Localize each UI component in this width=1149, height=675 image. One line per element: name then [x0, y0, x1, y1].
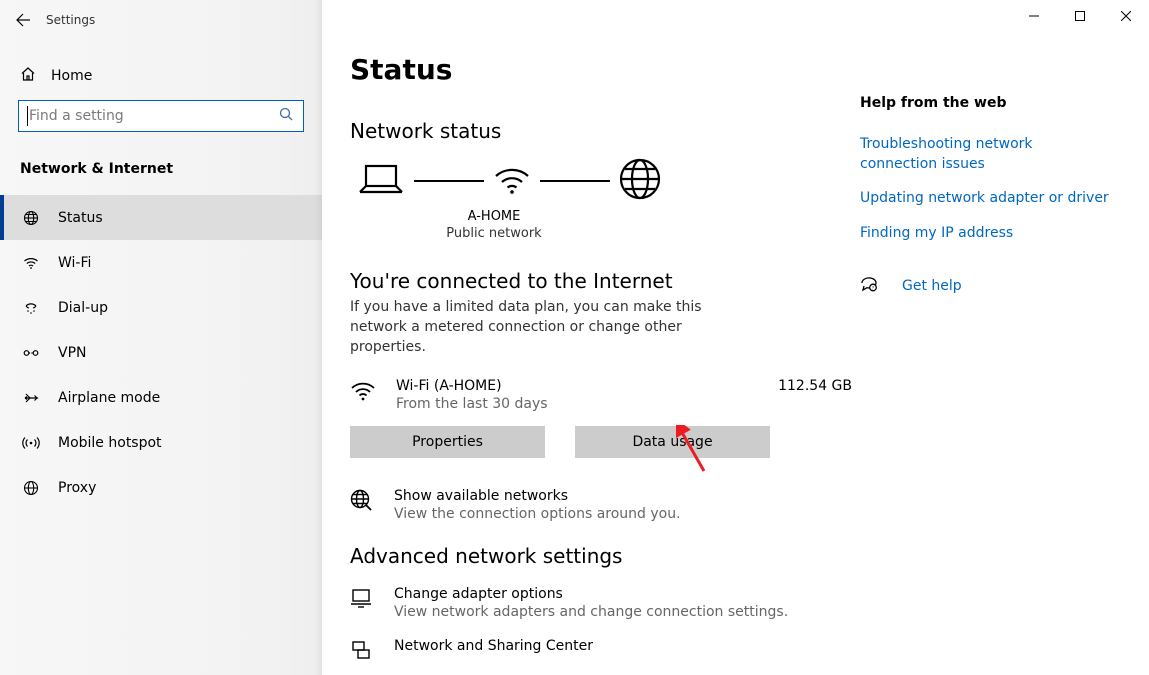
get-help-link[interactable]: ? Get help [860, 275, 1110, 297]
laptop-icon [356, 162, 406, 200]
diagram-nettype: Public network [350, 226, 638, 243]
option-sub: View network adapters and change connect… [394, 604, 788, 620]
maximize-button[interactable] [1057, 0, 1103, 32]
wifi-icon [22, 255, 40, 271]
option-sub: View the connection options around you. [394, 506, 681, 522]
sidebar-item-proxy[interactable]: Proxy [0, 465, 322, 510]
option-title: Network and Sharing Center [394, 638, 593, 654]
chat-icon: ? [860, 275, 878, 297]
app-title: Settings [46, 13, 95, 27]
help-link-find-ip[interactable]: Finding my IP address [860, 224, 1110, 244]
dialup-icon [22, 300, 40, 316]
section-label: Network & Internet [20, 161, 322, 177]
sidebar-item-wifi[interactable]: Wi-Fi [0, 240, 322, 285]
connected-heading: You're connected to the Internet [350, 269, 860, 293]
minimize-button[interactable] [1011, 0, 1057, 32]
search-icon [271, 107, 301, 125]
show-available-networks[interactable]: Show available networks View the connect… [350, 488, 860, 522]
globe-icon [22, 210, 40, 226]
network-sharing-center[interactable]: Network and Sharing Center [350, 638, 860, 665]
search-input[interactable] [27, 107, 271, 125]
help-heading: Help from the web [860, 95, 1110, 111]
globe-large-icon [618, 157, 662, 205]
main-content: Status Network status [322, 0, 1149, 675]
home-icon [20, 66, 36, 86]
properties-button[interactable]: Properties [350, 426, 545, 458]
nav-label: Wi-Fi [58, 255, 91, 271]
connected-description: If you have a limited data plan, you can… [350, 297, 740, 358]
adapter-name: Wi-Fi (A-HOME) [396, 378, 778, 394]
option-title: Show available networks [394, 488, 681, 504]
sidebar-item-vpn[interactable]: VPN [0, 330, 322, 375]
hotspot-icon [22, 435, 40, 451]
help-link-update-driver[interactable]: Updating network adapter or driver [860, 189, 1110, 209]
page-title: Status [350, 53, 860, 86]
nav-label: Proxy [58, 480, 96, 496]
data-amount: 112.54 GB [778, 378, 852, 394]
change-adapter-options[interactable]: Change adapter options View network adap… [350, 586, 860, 620]
diagram-ssid: A-HOME [350, 209, 638, 226]
get-help-label: Get help [902, 278, 962, 294]
sidebar-item-home[interactable]: Home [20, 66, 322, 86]
text-caret [27, 106, 28, 126]
home-label: Home [51, 68, 92, 84]
option-title: Change adapter options [394, 586, 788, 602]
data-usage-button[interactable]: Data usage [575, 426, 770, 458]
network-status-heading: Network status [350, 119, 860, 143]
network-diagram [350, 157, 860, 205]
search-input-container[interactable] [18, 100, 304, 132]
advanced-heading: Advanced network settings [350, 544, 860, 568]
sharing-icon [350, 639, 374, 665]
nav-label: VPN [58, 345, 87, 361]
back-icon[interactable] [14, 11, 32, 29]
adapter-from: From the last 30 days [396, 396, 778, 412]
sidebar: Settings Home Network & Internet [0, 0, 322, 675]
close-button[interactable] [1103, 0, 1149, 32]
sidebar-item-status[interactable]: Status [0, 195, 322, 240]
sidebar-item-airplane[interactable]: Airplane mode [0, 375, 322, 420]
sidebar-item-hotspot[interactable]: Mobile hotspot [0, 420, 322, 465]
vpn-icon [22, 345, 40, 361]
nav-label: Dial-up [58, 300, 108, 316]
help-link-troubleshoot[interactable]: Troubleshooting network connection issue… [860, 135, 1110, 174]
wifi-large-icon [492, 162, 532, 200]
networks-globe-icon [350, 489, 374, 515]
adapter-wifi-icon [350, 380, 374, 406]
sidebar-item-dialup[interactable]: Dial-up [0, 285, 322, 330]
nav-label: Mobile hotspot [58, 435, 162, 451]
nav-label: Status [58, 210, 103, 226]
adapter-icon [350, 587, 374, 613]
nav-label: Airplane mode [58, 390, 160, 406]
proxy-icon [22, 480, 40, 496]
airplane-icon [22, 390, 40, 406]
help-panel: Help from the web Troubleshooting networ… [860, 95, 1110, 297]
